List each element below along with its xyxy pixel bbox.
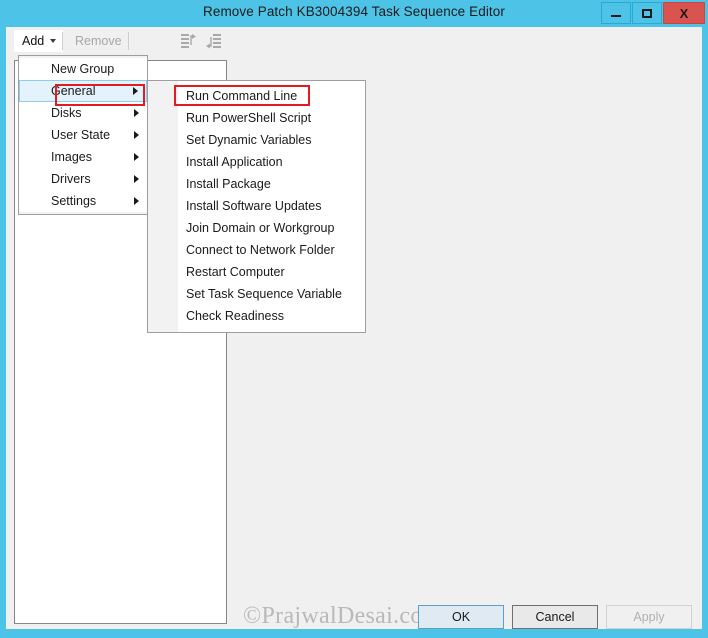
submenu-item-label: Check Readiness: [186, 309, 284, 323]
submenu-item-label: Install Application: [186, 155, 283, 169]
minimize-button[interactable]: [601, 2, 631, 24]
window-controls: X: [600, 2, 705, 24]
close-button[interactable]: X: [663, 2, 705, 24]
menu-item-label: Images: [51, 150, 92, 164]
submenu-item-label: Connect to Network Folder: [186, 243, 335, 257]
submenu-item[interactable]: Install Software Updates: [148, 195, 365, 217]
submenu-item[interactable]: Set Dynamic Variables: [148, 129, 365, 151]
menu-item-label: User State: [51, 128, 111, 142]
submenu-item-label: Set Dynamic Variables: [186, 133, 312, 147]
chevron-right-icon: [134, 109, 139, 117]
submenu-item-label: Install Package: [186, 177, 271, 191]
menu-item[interactable]: User State: [19, 124, 147, 146]
menu-item[interactable]: Settings: [19, 190, 147, 212]
add-dropdown-menu[interactable]: New Group General Disks User State Images Dri…: [18, 55, 148, 215]
submenu-item[interactable]: Join Domain or Workgroup: [148, 217, 365, 239]
maximize-button[interactable]: [632, 2, 662, 24]
menu-item[interactable]: Drivers: [19, 168, 147, 190]
general-submenu[interactable]: Run Command Line Run PowerShell Script Set…: [147, 80, 366, 333]
close-icon: X: [679, 5, 689, 21]
submenu-item[interactable]: Install Package: [148, 173, 365, 195]
menu-item-label: General: [51, 84, 96, 98]
chevron-right-icon: [133, 87, 138, 95]
apply-button-label: Apply: [633, 610, 665, 624]
menu-item[interactable]: General: [19, 80, 147, 102]
cancel-button-label: Cancel: [535, 610, 575, 624]
apply-button: Apply: [606, 605, 692, 629]
submenu-item-label: Run Command Line: [186, 89, 298, 103]
chevron-right-icon: [134, 131, 139, 139]
toolbar-separator-2: [128, 32, 129, 50]
chevron-right-icon: [134, 175, 139, 183]
remove-button-label: Remove: [75, 34, 122, 48]
menu-item[interactable]: New Group: [19, 58, 147, 80]
add-button-label: Add: [22, 34, 45, 48]
cancel-button[interactable]: Cancel: [512, 605, 598, 629]
chevron-down-icon: [50, 39, 57, 43]
remove-button[interactable]: Remove: [68, 30, 129, 52]
submenu-item[interactable]: Check Readiness: [148, 305, 365, 327]
menu-item[interactable]: Images: [19, 146, 147, 168]
ok-button-label: OK: [451, 610, 471, 624]
submenu-item-label: Run PowerShell Script: [186, 111, 312, 125]
chevron-right-icon: [134, 197, 139, 205]
submenu-item[interactable]: Run Command Line: [148, 85, 365, 107]
submenu-item[interactable]: Restart Computer: [148, 261, 365, 283]
submenu-item[interactable]: Run PowerShell Script: [148, 107, 365, 129]
submenu-item-label: Install Software Updates: [186, 199, 322, 213]
toolbar-separator-1: [62, 32, 63, 50]
submenu-item[interactable]: Install Application: [148, 151, 365, 173]
move-down-icon[interactable]: [204, 32, 224, 50]
ok-button[interactable]: OK: [418, 605, 504, 629]
menu-item-label: Drivers: [51, 172, 91, 186]
menu-item-label: Disks: [51, 106, 82, 120]
chevron-right-icon: [134, 153, 139, 161]
move-up-icon[interactable]: [178, 32, 198, 50]
watermark: ©PrajwalDesai.com: [243, 603, 442, 629]
toolbar: Add Remove: [6, 27, 702, 55]
maximize-icon: [642, 8, 652, 18]
minimize-icon: [611, 15, 621, 17]
add-button[interactable]: Add: [14, 30, 64, 52]
submenu-item[interactable]: Set Task Sequence Variable: [148, 283, 365, 305]
submenu-item-label: Join Domain or Workgroup: [186, 221, 335, 235]
submenu-item[interactable]: Connect to Network Folder: [148, 239, 365, 261]
title-bar: Remove Patch KB3004394 Task Sequence Edi…: [0, 0, 708, 27]
task-sequence-editor-window: Remove Patch KB3004394 Task Sequence Edi…: [0, 0, 708, 638]
submenu-item-label: Set Task Sequence Variable: [186, 287, 342, 301]
menu-item-label: Settings: [51, 194, 97, 208]
menu-item[interactable]: Disks: [19, 102, 147, 124]
menu-item-label: New Group: [51, 62, 115, 76]
submenu-item-label: Restart Computer: [186, 265, 285, 279]
